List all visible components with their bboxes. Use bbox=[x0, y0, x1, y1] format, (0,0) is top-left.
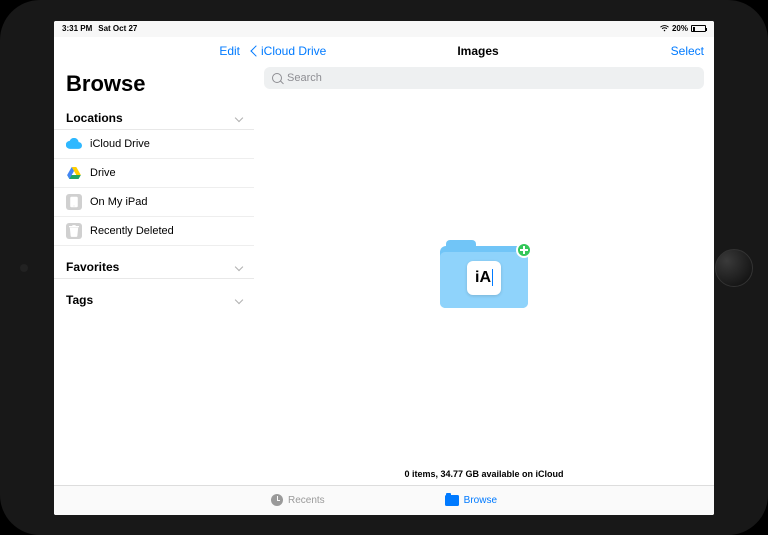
tab-bar: Recents Browse bbox=[54, 485, 714, 515]
clock-icon bbox=[271, 494, 283, 506]
app-icon-label: iA bbox=[475, 269, 491, 287]
search-placeholder: Search bbox=[287, 72, 322, 84]
sidebar-heading: Browse bbox=[54, 69, 254, 105]
section-title: Tags bbox=[66, 293, 93, 307]
dragged-app-icon: iA bbox=[467, 261, 501, 295]
section-title: Favorites bbox=[66, 260, 119, 274]
search-icon bbox=[272, 73, 282, 83]
status-bar: 3:31 PM Sat Oct 27 20% bbox=[54, 21, 714, 37]
wifi-icon bbox=[660, 25, 669, 32]
sidebar-item-recently-deleted[interactable]: Recently Deleted bbox=[54, 217, 254, 246]
tab-label: Recents bbox=[288, 495, 325, 506]
sidebar-item-drive[interactable]: Drive bbox=[54, 159, 254, 188]
page-title: Images bbox=[457, 44, 498, 58]
chevron-down-icon bbox=[235, 295, 243, 303]
status-time: 3:31 PM bbox=[62, 24, 92, 33]
google-drive-icon bbox=[66, 165, 82, 181]
sidebar-item-label: On My iPad bbox=[90, 196, 147, 208]
battery-percent: 20% bbox=[672, 24, 688, 33]
files-app: Edit iCloud Drive Images Select Browse L… bbox=[54, 37, 714, 515]
plus-badge-icon bbox=[516, 242, 532, 258]
content-area[interactable]: iA 0 items, 34.77 GB available on iCloud bbox=[254, 95, 714, 485]
select-button[interactable]: Select bbox=[671, 44, 704, 58]
tab-recents[interactable]: Recents bbox=[271, 494, 325, 506]
sidebar: Browse Locations iCloud Drive bbox=[54, 65, 254, 485]
tab-browse[interactable]: Browse bbox=[445, 495, 497, 506]
sidebar-item-label: Recently Deleted bbox=[90, 225, 174, 237]
sidebar-section-tags[interactable]: Tags bbox=[54, 287, 254, 311]
top-nav: Edit iCloud Drive Images Select bbox=[54, 37, 714, 65]
storage-status: 0 items, 34.77 GB available on iCloud bbox=[254, 469, 714, 479]
icloud-icon bbox=[66, 136, 82, 152]
front-camera bbox=[20, 264, 28, 272]
status-date: Sat Oct 27 bbox=[98, 24, 137, 33]
sidebar-section-favorites[interactable]: Favorites bbox=[54, 254, 254, 279]
ipad-device: 3:31 PM Sat Oct 27 20% Edit iCloud Drive bbox=[0, 0, 768, 535]
screen: 3:31 PM Sat Oct 27 20% Edit iCloud Drive bbox=[54, 21, 714, 515]
section-title: Locations bbox=[66, 111, 123, 125]
main-panel: Search iA bbox=[254, 65, 714, 485]
edit-button[interactable]: Edit bbox=[219, 44, 240, 58]
sidebar-item-label: iCloud Drive bbox=[90, 138, 150, 150]
chevron-down-icon bbox=[235, 262, 243, 270]
sidebar-item-on-my-ipad[interactable]: On My iPad bbox=[54, 188, 254, 217]
folder-icon bbox=[445, 495, 459, 506]
sidebar-item-label: Drive bbox=[90, 167, 116, 179]
sidebar-item-icloud-drive[interactable]: iCloud Drive bbox=[54, 130, 254, 159]
home-button[interactable] bbox=[715, 249, 753, 287]
search-input[interactable]: Search bbox=[264, 67, 704, 89]
sidebar-section-locations[interactable]: Locations bbox=[54, 105, 254, 130]
back-button[interactable]: iCloud Drive bbox=[252, 44, 326, 58]
chevron-down-icon bbox=[235, 113, 243, 121]
ipad-icon bbox=[66, 194, 82, 210]
battery-icon bbox=[691, 25, 706, 32]
drop-target-folder[interactable]: iA bbox=[440, 240, 528, 308]
back-label: iCloud Drive bbox=[261, 44, 326, 58]
trash-icon bbox=[66, 223, 82, 239]
tab-label: Browse bbox=[464, 495, 497, 506]
chevron-left-icon bbox=[250, 45, 261, 56]
